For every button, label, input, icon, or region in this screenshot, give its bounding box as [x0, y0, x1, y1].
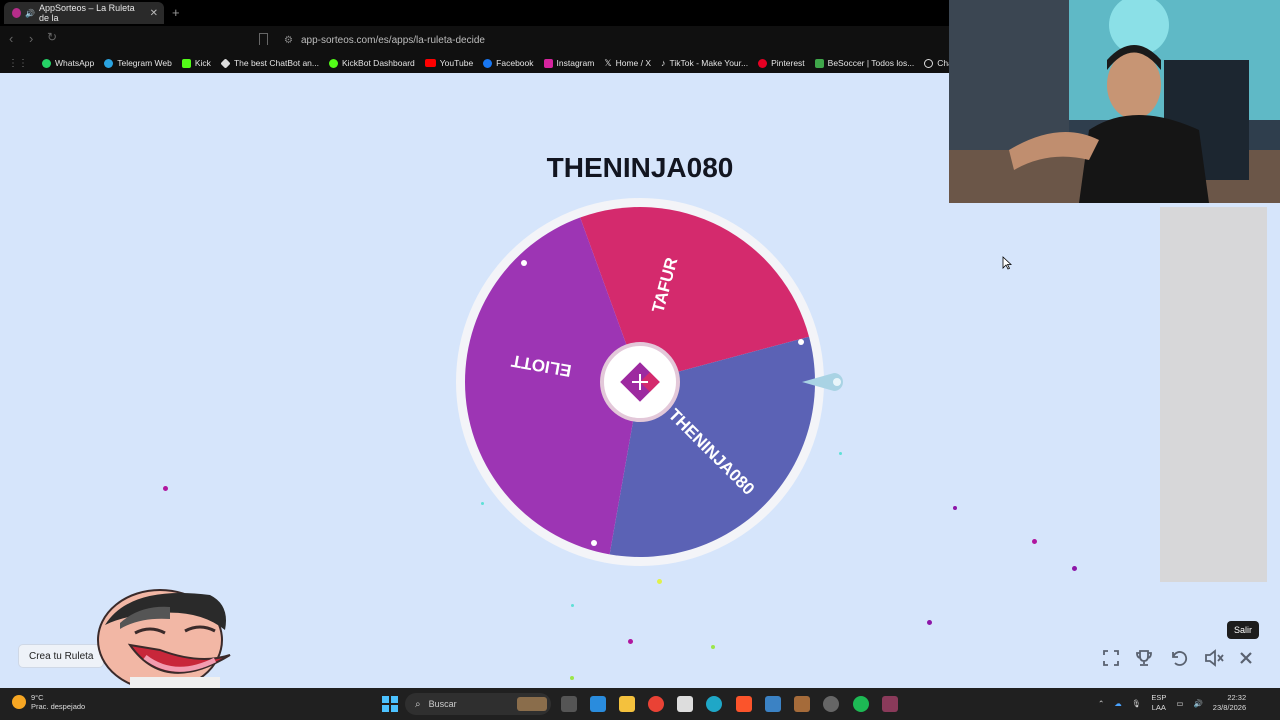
language-indicator[interactable]: ESP LAA — [1151, 693, 1166, 713]
bookmark-youtube[interactable]: YouTube — [424, 58, 473, 68]
store-icon[interactable] — [677, 696, 693, 712]
bookmark-whatsapp[interactable]: WhatsApp — [42, 58, 94, 68]
search-placeholder: Buscar — [428, 699, 457, 709]
bookmark-tiktok[interactable]: ♪ TikTok - Make Your... — [661, 58, 748, 68]
confetti-dot — [1072, 566, 1077, 571]
confetti-dot — [481, 502, 484, 505]
bookmark-chatbot[interactable]: The best ChatBot an... — [220, 57, 319, 69]
widgets-icon[interactable] — [590, 696, 606, 712]
game-icon[interactable] — [794, 696, 810, 712]
system-tray: ⌃ ☁ 🎙 ESP LAA ▭ 🔊 22:32 23/8/2026 — [1098, 693, 1246, 713]
instagram-icon — [543, 58, 553, 68]
confetti-dot — [571, 604, 574, 607]
search-highlight-icon — [517, 697, 547, 711]
edge-icon[interactable] — [706, 696, 722, 712]
facebook-icon — [483, 58, 493, 68]
bookmark-besoccer[interactable]: BeSoccer | Todos los... — [814, 58, 914, 68]
forward-icon[interactable]: › — [29, 31, 33, 46]
chatgpt-icon — [924, 58, 934, 68]
bookmark-kick[interactable]: Kick — [181, 58, 211, 68]
sound-icon[interactable] — [1201, 646, 1227, 670]
bookmark-kickbot[interactable]: KickBot Dashboard — [329, 58, 415, 68]
windows-taskbar — [0, 688, 1280, 720]
close-tab-icon[interactable]: ✕ — [150, 8, 158, 19]
browser-tab[interactable]: 🔊 AppSorteos – La Ruleta de la ✕ — [4, 2, 164, 24]
streamer-avatar-overlay — [97, 589, 231, 688]
wheel-peg — [521, 260, 527, 266]
url-text: app-sorteos.com/es/apps/la-ruleta-decide — [300, 34, 485, 46]
kick-icon — [181, 58, 191, 68]
clock[interactable]: 22:32 23/8/2026 — [1213, 693, 1246, 713]
bookmark-facebook[interactable]: Facebook — [483, 58, 534, 68]
confetti-dot — [1032, 539, 1037, 544]
confetti-dot — [163, 486, 168, 491]
back-icon[interactable]: ‹ — [9, 31, 13, 46]
weather-widget[interactable]: 9°C Prac. despejado — [12, 693, 85, 711]
confetti-dot — [927, 620, 932, 625]
mouse-cursor-icon — [1002, 256, 1012, 270]
url-field[interactable]: ⚙ app-sorteos.com/es/apps/la-ruleta-deci… — [284, 32, 485, 48]
site-info-icon[interactable]: ⚙ — [284, 35, 293, 46]
pointer-knob — [833, 378, 841, 386]
whatsapp-icon — [42, 58, 51, 68]
file-explorer-icon[interactable] — [619, 696, 635, 712]
telegram-icon — [104, 58, 114, 68]
confetti-dot — [711, 645, 715, 649]
app-favicon-icon — [12, 8, 22, 18]
confetti-dot — [839, 452, 842, 455]
winner-title: THENINJA080 — [546, 152, 734, 183]
weather-icon — [12, 695, 26, 709]
besoccer-icon — [814, 58, 824, 68]
taskbar-search[interactable]: ⌕ Buscar — [405, 693, 551, 715]
kickbot-icon — [329, 58, 338, 68]
network-icon[interactable]: ▭ — [1176, 699, 1183, 708]
roulette-wheel[interactable]: TAFURTHENINJA080ELIOTT — [454, 196, 854, 576]
wheel-peg — [591, 540, 597, 546]
bookmark-instagram[interactable]: Instagram — [543, 58, 594, 68]
confetti-dot — [953, 506, 957, 510]
confetti-dot — [570, 676, 574, 680]
trophy-icon[interactable] — [1131, 646, 1157, 670]
weather-desc: Prac. despejado — [31, 702, 86, 711]
x-logo-icon: 𝕏 — [604, 57, 612, 68]
wheel-peg — [798, 339, 804, 345]
spotify-icon[interactable] — [853, 696, 869, 712]
onedrive-icon[interactable]: ☁ — [1114, 699, 1122, 708]
task-view-icon[interactable] — [561, 696, 577, 712]
mail-icon[interactable] — [765, 696, 781, 712]
new-tab-icon[interactable]: + — [172, 5, 180, 20]
webcam-image — [949, 0, 1280, 203]
pinterest-icon — [758, 58, 768, 68]
tab-title: AppSorteos – La Ruleta de la — [39, 3, 135, 23]
tray-expand-icon[interactable]: ⌃ — [1098, 699, 1104, 708]
volume-icon[interactable]: 🔊 — [1193, 699, 1202, 708]
bookmark-x[interactable]: 𝕏 Home / X — [604, 58, 651, 69]
close-icon[interactable] — [1233, 646, 1259, 670]
windows-start-icon[interactable] — [382, 696, 398, 712]
fullscreen-icon[interactable] — [1098, 646, 1124, 670]
side-panel — [1160, 207, 1267, 582]
search-icon: ⌕ — [415, 698, 421, 710]
bookmark-telegram[interactable]: Telegram Web — [104, 58, 172, 68]
apps-grid-icon[interactable]: ⋮⋮ — [8, 58, 28, 69]
exit-tooltip: Salir — [1227, 621, 1260, 639]
confetti-dot — [628, 639, 633, 644]
youtube-icon — [424, 59, 436, 67]
confetti-dot — [657, 579, 662, 584]
chrome-icon[interactable] — [648, 696, 664, 712]
bookmark-pinterest[interactable]: Pinterest — [758, 58, 805, 68]
diamond-icon — [220, 57, 231, 69]
tiktok-icon: ♪ — [661, 58, 666, 68]
webcam-overlay — [949, 0, 1280, 203]
app-icon[interactable] — [882, 696, 898, 712]
weather-temp: 9°C — [31, 693, 44, 702]
obs-icon[interactable] — [823, 696, 839, 712]
speaker-icon: 🔊 — [25, 8, 36, 18]
reset-icon[interactable] — [1166, 646, 1192, 670]
reload-icon[interactable]: ↻ — [47, 30, 57, 44]
microphone-icon[interactable]: 🎙 — [1132, 699, 1142, 708]
bookmark-icon[interactable] — [259, 33, 268, 45]
brave-icon[interactable] — [736, 696, 752, 712]
